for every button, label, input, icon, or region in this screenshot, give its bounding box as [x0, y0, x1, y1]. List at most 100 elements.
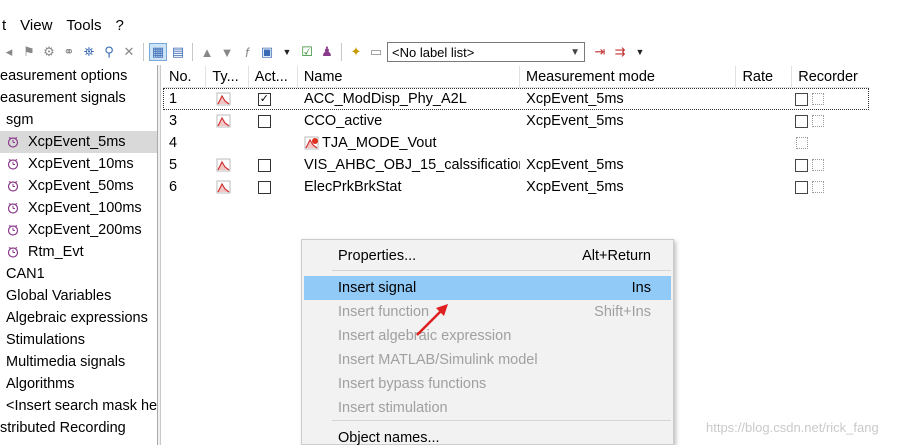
- checkbox-icon[interactable]: ☑: [298, 43, 316, 61]
- table-row[interactable]: 4 TJA_MODE_Vout: [163, 132, 869, 154]
- menu-item-insert-signal[interactable]: Insert signal Ins: [304, 276, 671, 300]
- tree-item-label: XcpEvent_200ms: [28, 222, 142, 238]
- move-down-icon[interactable]: ▼: [218, 43, 236, 61]
- menu-item-label: Properties...: [338, 248, 417, 264]
- cell-no: 1: [169, 91, 178, 107]
- table-row[interactable]: 1 ✓ ACC_ModDisp_Phy_A2L XcpEvent_5ms: [163, 88, 869, 110]
- menu-item-label: Object names...: [338, 430, 440, 445]
- group-icon[interactable]: ⚭: [60, 43, 78, 61]
- menu-tools[interactable]: Tools: [59, 14, 108, 38]
- label-filter-icon[interactable]: ⇉: [611, 43, 629, 61]
- more-dropdown-icon[interactable]: ▼: [631, 43, 649, 61]
- label-action-icon[interactable]: ⇥: [591, 43, 609, 61]
- recorder-checkbox[interactable]: [795, 180, 809, 194]
- tree-item[interactable]: Algebraic expressions: [0, 307, 157, 329]
- column-header-name[interactable]: Name: [298, 66, 520, 87]
- user-icon[interactable]: ♟: [318, 43, 336, 61]
- tree-item-label: XcpEvent_50ms: [28, 178, 134, 194]
- search-icon[interactable]: ⚲: [100, 43, 118, 61]
- table-row[interactable]: 6 ElecPrkBrkStat XcpEvent_5ms: [163, 176, 869, 198]
- menu-item-insert-function: Insert function Shift+Ins: [304, 300, 671, 324]
- table-row[interactable]: 5 VIS_AHBC_OBJ_15_calssification XcpEvent_…: [163, 154, 869, 176]
- list-view-icon[interactable]: ▤: [169, 43, 187, 61]
- toolbar-separator: [341, 43, 342, 61]
- column-header-rate[interactable]: Rate: [736, 66, 793, 87]
- move-up-icon[interactable]: ▲: [198, 43, 216, 61]
- binoculars-icon[interactable]: ⛯: [80, 43, 98, 61]
- active-checkbox[interactable]: ✓: [257, 92, 271, 106]
- signal-tree: easurement options easurement signals sgm X…: [0, 65, 158, 445]
- tree-item[interactable]: Algorithms: [0, 373, 157, 395]
- tree-item[interactable]: XcpEvent_200ms: [0, 219, 157, 241]
- tree-item[interactable]: Global Variables: [0, 285, 157, 307]
- tree-item[interactable]: <Insert search mask he: [0, 395, 157, 417]
- save-dropdown-icon[interactable]: ▼: [278, 43, 296, 61]
- label-list-icon[interactable]: ▭: [367, 43, 385, 61]
- recorder-checkbox[interactable]: [795, 158, 809, 172]
- cell-recorder: [792, 180, 869, 194]
- tree-item[interactable]: stributed Recording: [0, 417, 157, 439]
- function-icon[interactable]: f: [238, 43, 256, 61]
- tree-item[interactable]: CAN1: [0, 263, 157, 285]
- menu-file-partial[interactable]: t: [0, 14, 13, 38]
- tree-item[interactable]: XcpEvent_100ms: [0, 197, 157, 219]
- active-checkbox[interactable]: [257, 180, 271, 194]
- menu-view[interactable]: View: [13, 14, 59, 38]
- tree-item-label: Algorithms: [6, 376, 75, 392]
- tree-item[interactable]: Rtm_Evt: [0, 241, 157, 263]
- flag-icon[interactable]: ⚑: [20, 43, 38, 61]
- tree-item[interactable]: easurement signals: [0, 87, 157, 109]
- active-checkbox[interactable]: [257, 158, 271, 172]
- save-icon[interactable]: ▣: [258, 43, 276, 61]
- tree-item[interactable]: sgm: [0, 109, 157, 131]
- tree-item[interactable]: Stimulations: [0, 329, 157, 351]
- recorder-checkbox[interactable]: [795, 92, 809, 106]
- panel-splitter[interactable]: [158, 65, 161, 445]
- table-row[interactable]: 3 CCO_active XcpEvent_5ms: [163, 110, 869, 132]
- signal-tool-icon[interactable]: ⚙: [40, 43, 58, 61]
- cell-name: TJA_MODE_Vout: [298, 135, 520, 151]
- tree-item-label: <Insert search mask he: [6, 398, 158, 414]
- cell-measurement-mode: XcpEvent_5ms: [526, 113, 624, 129]
- clock-icon: [6, 179, 20, 193]
- cell-active: [249, 114, 298, 128]
- menu-help[interactable]: ?: [108, 14, 130, 38]
- toolbar-separator: [192, 43, 193, 61]
- cell-no: 6: [169, 179, 178, 195]
- cell-active: [249, 158, 298, 172]
- menu-item-insert-bypass-functions: Insert bypass functions: [304, 372, 671, 396]
- cell-active: ✓: [249, 92, 298, 106]
- menu-item-properties[interactable]: Properties... Alt+Return: [304, 244, 671, 268]
- arrow-left-icon[interactable]: ◂: [0, 43, 18, 61]
- signal-name: TJA_MODE_Vout: [322, 135, 437, 151]
- table-view-icon[interactable]: ▦: [149, 43, 167, 61]
- cell-type: [206, 180, 249, 194]
- tree-item-label: XcpEvent_10ms: [28, 156, 134, 172]
- new-label-icon[interactable]: ✦: [347, 43, 365, 61]
- signal-type-icon: [216, 114, 232, 128]
- tree-item[interactable]: XcpEvent_10ms: [0, 153, 157, 175]
- column-header-active[interactable]: Act...: [249, 66, 298, 87]
- cell-name: VIS_AHBC_OBJ_15_calssification: [298, 157, 520, 173]
- tree-item[interactable]: easurement options: [0, 65, 157, 87]
- cell-measurement-mode: XcpEvent_5ms: [526, 179, 624, 195]
- delete-icon[interactable]: ✕: [120, 43, 138, 61]
- menu-separator: [332, 270, 671, 271]
- tree-item[interactable]: XcpEvent_50ms: [0, 175, 157, 197]
- column-header-recorder[interactable]: Recorder: [792, 66, 869, 87]
- label-list-select[interactable]: <No label list> ▼: [387, 42, 585, 62]
- recorder-icon: [812, 159, 825, 171]
- active-checkbox[interactable]: [257, 114, 271, 128]
- column-header-no[interactable]: No.: [163, 66, 207, 87]
- menu-item-label: Insert stimulation: [338, 400, 448, 416]
- recorder-checkbox[interactable]: [795, 114, 809, 128]
- cell-measurement-mode: XcpEvent_5ms: [526, 157, 624, 173]
- tree-item[interactable]: XcpEvent_5ms: [0, 131, 157, 153]
- label-list-value: <No label list>: [392, 44, 475, 60]
- menu-item-object-names[interactable]: Object names...: [304, 426, 671, 445]
- column-header-type[interactable]: Ty...: [206, 66, 249, 87]
- tree-item[interactable]: Multimedia signals: [0, 351, 157, 373]
- clock-icon: [6, 135, 20, 149]
- tree-item-label: sgm: [6, 112, 34, 128]
- column-header-measurement-mode[interactable]: Measurement mode: [520, 66, 737, 87]
